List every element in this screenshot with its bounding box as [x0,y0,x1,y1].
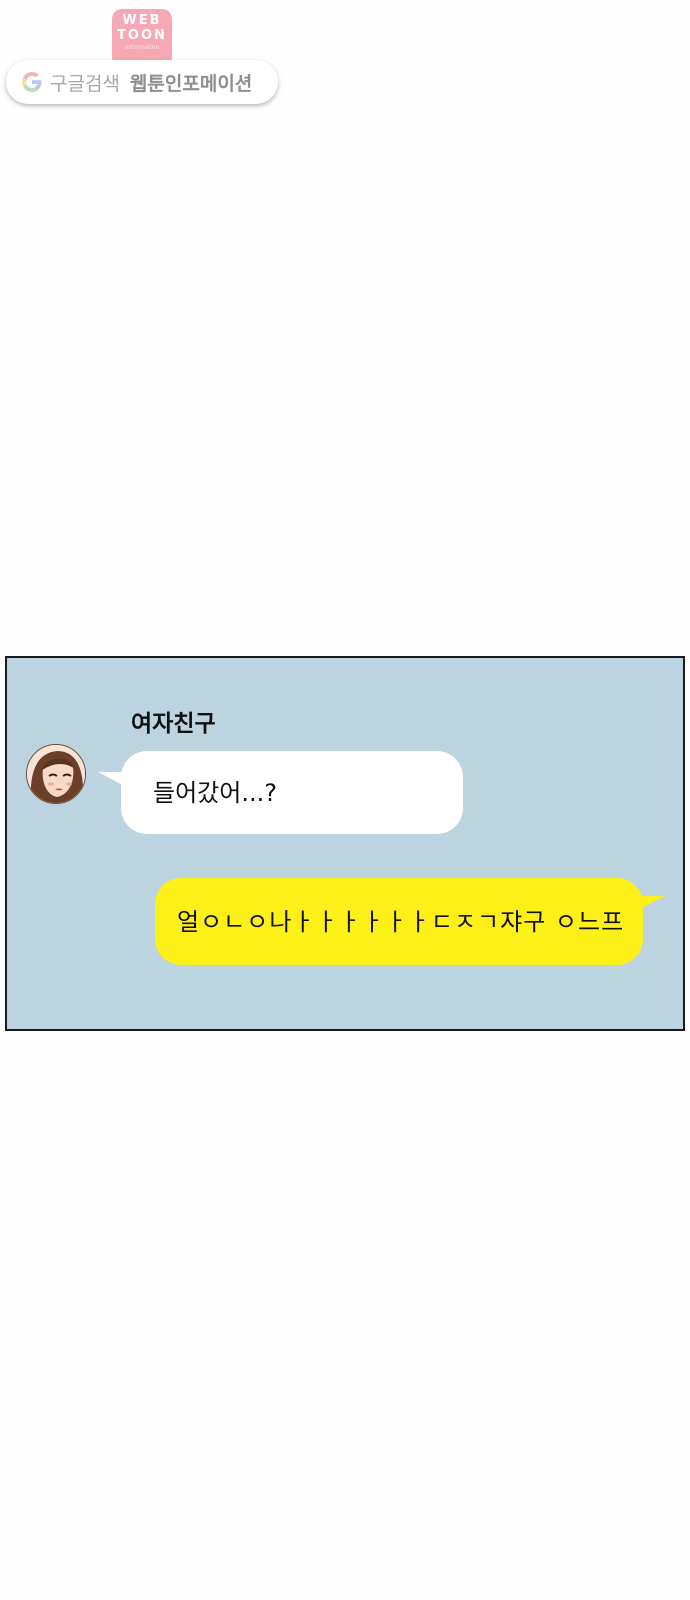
logo-text-toon: TOON [117,28,167,43]
search-watermark-pill: 구글검색 웹툰인포메이션 [6,60,278,104]
sender-name: 여자친구 [131,711,216,737]
chat-panel: 여자친구 들어갔어...? 얼ㅇㄴㅇ나ㅏㅏㅏㅏㅏㅏㄷㅈㄱ쟈구 ㅇ느프 [5,656,685,1031]
search-label-bold: 웹툰인포메이션 [129,72,253,95]
logo-text-web: WEB [122,13,162,28]
webtoon-logo: WEB TOON information [112,9,172,67]
incoming-message-text: 들어갔어...? [153,779,277,807]
search-label-light: 구글검색 [50,72,120,95]
outgoing-message-text: 얼ㅇㄴㅇ나ㅏㅏㅏㅏㅏㅏㄷㅈㄱ쟈구 ㅇ느프 [177,908,625,936]
girlfriend-avatar-icon [26,744,86,804]
outgoing-message-bubble: 얼ㅇㄴㅇ나ㅏㅏㅏㅏㅏㅏㄷㅈㄱ쟈구 ㅇ느프 [155,878,643,965]
incoming-message-bubble: 들어갔어...? [121,751,463,834]
google-g-icon [22,72,42,92]
logo-text-information: information [124,44,160,51]
